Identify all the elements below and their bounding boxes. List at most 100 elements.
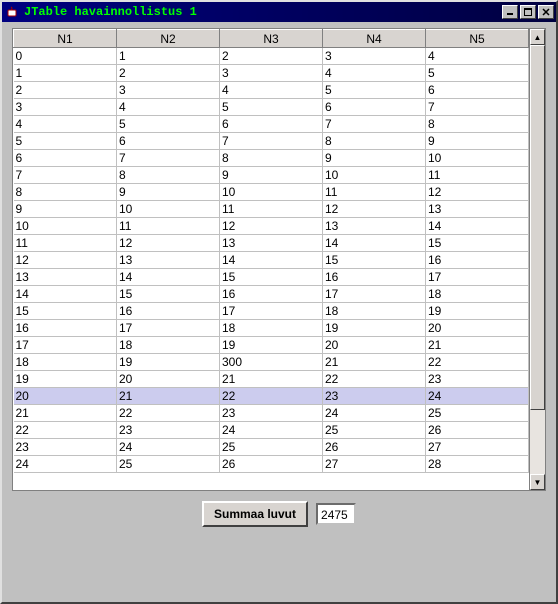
table-cell[interactable]: 23	[323, 388, 426, 405]
table-cell[interactable]: 6	[323, 99, 426, 116]
table-cell[interactable]: 300	[220, 354, 323, 371]
table-cell[interactable]: 4	[426, 48, 529, 65]
table-row[interactable]: 56789	[14, 133, 529, 150]
sum-output[interactable]: 2475	[316, 503, 356, 525]
table-cell[interactable]: 13	[220, 235, 323, 252]
table-cell[interactable]: 18	[117, 337, 220, 354]
table-cell[interactable]: 19	[220, 337, 323, 354]
table-cell[interactable]: 11	[426, 167, 529, 184]
table-row[interactable]: 1011121314	[14, 218, 529, 235]
table-cell[interactable]: 28	[426, 456, 529, 473]
table-row[interactable]: 2223242526	[14, 422, 529, 439]
table-cell[interactable]: 11	[323, 184, 426, 201]
table-cell[interactable]: 9	[323, 150, 426, 167]
table-cell[interactable]: 15	[220, 269, 323, 286]
table-cell[interactable]: 26	[323, 439, 426, 456]
table-cell[interactable]: 13	[117, 252, 220, 269]
maximize-button[interactable]	[520, 5, 536, 19]
table-cell[interactable]: 13	[426, 201, 529, 218]
table-cell[interactable]: 19	[117, 354, 220, 371]
table-cell[interactable]: 26	[426, 422, 529, 439]
table-row[interactable]: 678910	[14, 150, 529, 167]
table-cell[interactable]: 14	[117, 269, 220, 286]
data-table[interactable]: N1N2N3N4N5 01234123452345634567456785678…	[13, 29, 529, 473]
table-cell[interactable]: 6	[14, 150, 117, 167]
table-cell[interactable]: 20	[323, 337, 426, 354]
table-cell[interactable]: 4	[220, 82, 323, 99]
table-cell[interactable]: 20	[14, 388, 117, 405]
table-cell[interactable]: 24	[220, 422, 323, 439]
table-cell[interactable]: 8	[117, 167, 220, 184]
table-row[interactable]: 1112131415	[14, 235, 529, 252]
table-cell[interactable]: 22	[14, 422, 117, 439]
table-cell[interactable]: 23	[220, 405, 323, 422]
column-header[interactable]: N3	[220, 30, 323, 48]
table-row[interactable]: 2324252627	[14, 439, 529, 456]
table-cell[interactable]: 21	[14, 405, 117, 422]
table-row[interactable]: 1314151617	[14, 269, 529, 286]
table-row[interactable]: 2122232425	[14, 405, 529, 422]
minimize-button[interactable]	[502, 5, 518, 19]
table-cell[interactable]: 21	[323, 354, 426, 371]
table-cell[interactable]: 6	[220, 116, 323, 133]
table-cell[interactable]: 25	[323, 422, 426, 439]
table-cell[interactable]: 7	[426, 99, 529, 116]
table-cell[interactable]: 5	[117, 116, 220, 133]
scroll-down-button[interactable]: ▼	[530, 474, 545, 490]
table-cell[interactable]: 12	[220, 218, 323, 235]
table-cell[interactable]: 11	[117, 218, 220, 235]
table-row[interactable]: 7891011	[14, 167, 529, 184]
table-cell[interactable]: 10	[220, 184, 323, 201]
table-cell[interactable]: 25	[117, 456, 220, 473]
table-row[interactable]: 12345	[14, 65, 529, 82]
scroll-up-button[interactable]: ▲	[530, 29, 545, 45]
table-row[interactable]: 45678	[14, 116, 529, 133]
table-cell[interactable]: 1	[14, 65, 117, 82]
table-row[interactable]: 23456	[14, 82, 529, 99]
table-cell[interactable]: 27	[426, 439, 529, 456]
table-row[interactable]: 18193002122	[14, 354, 529, 371]
table-viewport[interactable]: N1N2N3N4N5 01234123452345634567456785678…	[13, 29, 529, 490]
table-cell[interactable]: 10	[426, 150, 529, 167]
table-row[interactable]: 1617181920	[14, 320, 529, 337]
table-cell[interactable]: 25	[220, 439, 323, 456]
table-cell[interactable]: 13	[323, 218, 426, 235]
table-cell[interactable]: 2	[14, 82, 117, 99]
table-cell[interactable]: 5	[426, 65, 529, 82]
table-cell[interactable]: 17	[323, 286, 426, 303]
table-row[interactable]: 01234	[14, 48, 529, 65]
table-cell[interactable]: 7	[323, 116, 426, 133]
table-cell[interactable]: 16	[117, 303, 220, 320]
table-cell[interactable]: 3	[323, 48, 426, 65]
table-cell[interactable]: 17	[426, 269, 529, 286]
column-header[interactable]: N4	[323, 30, 426, 48]
table-cell[interactable]: 22	[117, 405, 220, 422]
table-cell[interactable]: 27	[323, 456, 426, 473]
table-cell[interactable]: 13	[14, 269, 117, 286]
table-cell[interactable]: 17	[14, 337, 117, 354]
table-cell[interactable]: 19	[426, 303, 529, 320]
table-cell[interactable]: 7	[14, 167, 117, 184]
table-cell[interactable]: 22	[220, 388, 323, 405]
table-cell[interactable]: 12	[323, 201, 426, 218]
table-cell[interactable]: 1	[117, 48, 220, 65]
table-cell[interactable]: 21	[220, 371, 323, 388]
table-cell[interactable]: 6	[426, 82, 529, 99]
table-cell[interactable]: 9	[14, 201, 117, 218]
table-cell[interactable]: 22	[426, 354, 529, 371]
table-cell[interactable]: 17	[117, 320, 220, 337]
table-row[interactable]: 1920212223	[14, 371, 529, 388]
table-cell[interactable]: 6	[117, 133, 220, 150]
table-row[interactable]: 2425262728	[14, 456, 529, 473]
table-cell[interactable]: 9	[426, 133, 529, 150]
table-cell[interactable]: 3	[220, 65, 323, 82]
table-row[interactable]: 1213141516	[14, 252, 529, 269]
table-cell[interactable]: 5	[323, 82, 426, 99]
table-row[interactable]: 89101112	[14, 184, 529, 201]
table-row[interactable]: 34567	[14, 99, 529, 116]
table-cell[interactable]: 10	[323, 167, 426, 184]
column-header[interactable]: N5	[426, 30, 529, 48]
table-cell[interactable]: 26	[220, 456, 323, 473]
table-cell[interactable]: 10	[14, 218, 117, 235]
table-cell[interactable]: 8	[220, 150, 323, 167]
